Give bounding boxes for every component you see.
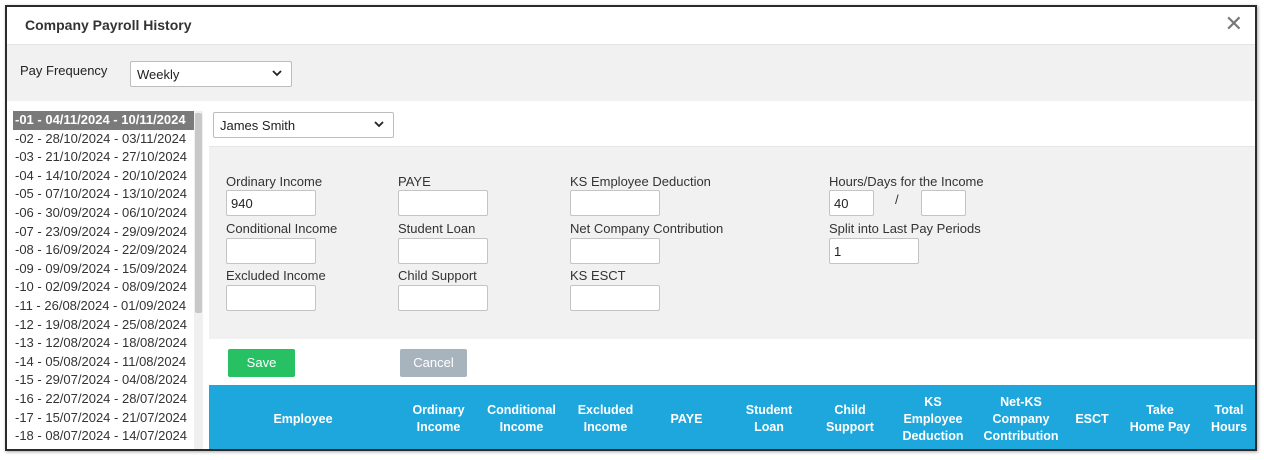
ordinary-income-label: Ordinary Income [226, 174, 323, 189]
period-item[interactable]: -02 - 28/10/2024 - 03/11/2024 [13, 130, 194, 149]
table-header-student-loan[interactable]: Student Loan [733, 385, 805, 449]
close-icon[interactable]: ✕ [1225, 13, 1243, 35]
student-loan-label: Student Loan [398, 221, 476, 236]
table-header-label: PAYE [670, 411, 703, 426]
chevron-down-icon [271, 66, 283, 80]
period-item[interactable]: -17 - 15/07/2024 - 21/07/2024 [13, 409, 194, 428]
conditional-income-input[interactable] [226, 238, 316, 264]
net-company-contribution-label: Net Company Contribution [570, 221, 724, 236]
period-item[interactable]: -08 - 16/09/2024 - 22/09/2024 [13, 241, 194, 260]
conditional-income-label: Conditional Income [226, 221, 338, 236]
hours-days-label: Hours/Days for the Income [829, 174, 984, 189]
employee-value: James Smith [220, 118, 296, 133]
days-input[interactable] [921, 190, 966, 216]
period-item[interactable]: -13 - 12/08/2024 - 18/08/2024 [13, 334, 194, 353]
table-header-label: Excluded Income [577, 403, 634, 434]
net-company-contribution-input[interactable] [570, 238, 660, 264]
pay-frequency-label: Pay Frequency [20, 63, 108, 78]
table-header-child-support[interactable]: Child Support [815, 385, 885, 449]
table-header-label: Take Home Pay [1129, 403, 1191, 434]
table-header-label: Ordinary Income [412, 403, 465, 434]
hours-separator: / [895, 192, 899, 207]
student-loan-input[interactable] [398, 238, 488, 264]
table-header-esct[interactable]: ESCT [1067, 385, 1117, 449]
ks-esct-label: KS ESCT [570, 268, 626, 283]
payroll-form: Ordinary Income Conditional Income Exclu… [209, 147, 1255, 339]
cancel-button[interactable]: Cancel [400, 349, 467, 377]
table-header-net-ks-company-contribution[interactable]: Net-KS Company Contribution [979, 385, 1063, 449]
title-bar: Company Payroll History ✕ [7, 7, 1255, 45]
employee-select[interactable]: James Smith [213, 112, 394, 138]
ks-employee-deduction-label: KS Employee Deduction [570, 174, 711, 189]
period-item[interactable]: -07 - 23/09/2024 - 29/09/2024 [13, 223, 194, 242]
hours-input[interactable] [829, 190, 874, 216]
period-item[interactable]: -01 - 04/11/2024 - 10/11/2024 [13, 111, 194, 130]
table-header-label: Employee [273, 411, 333, 426]
pay-frequency-select[interactable]: Weekly [130, 61, 292, 87]
table-header-conditional-income[interactable]: Conditional Income [486, 385, 557, 449]
period-item[interactable]: -10 - 02/09/2024 - 08/09/2024 [13, 278, 194, 297]
ordinary-income-input[interactable] [226, 190, 316, 216]
scrollbar-thumb[interactable] [195, 113, 202, 313]
pay-frequency-value: Weekly [137, 67, 180, 82]
period-item[interactable]: -15 - 29/07/2024 - 04/08/2024 [13, 371, 194, 390]
save-button[interactable]: Save [228, 349, 295, 377]
period-item[interactable]: -18 - 08/07/2024 - 14/07/2024 [13, 427, 194, 446]
payroll-history-dialog: Company Payroll History ✕ Pay Frequency … [5, 5, 1257, 451]
table-header-label: Student Loan [745, 403, 793, 434]
period-item[interactable]: -14 - 05/08/2024 - 11/08/2024 [13, 353, 194, 372]
period-item[interactable]: -09 - 09/09/2024 - 15/09/2024 [13, 260, 194, 279]
split-periods-input[interactable] [829, 238, 919, 264]
table-header-label: Conditional Income [487, 403, 556, 434]
period-item[interactable]: -05 - 07/10/2024 - 13/10/2024 [13, 185, 194, 204]
action-buttons: Save Cancel [209, 339, 1255, 387]
dialog-title: Company Payroll History [25, 17, 192, 33]
period-item[interactable]: -11 - 26/08/2024 - 01/09/2024 [13, 297, 194, 316]
table-header-label: Net-KS Company Contribution [983, 394, 1059, 443]
period-item[interactable]: -04 - 14/10/2024 - 20/10/2024 [13, 167, 194, 186]
table-header-total-hours[interactable]: Total Hours [1204, 385, 1254, 449]
table-header-take-home-pay[interactable]: Take Home Pay [1124, 385, 1196, 449]
period-list[interactable]: -01 - 04/11/2024 - 10/11/2024 -02 - 28/10… [13, 111, 194, 449]
period-item[interactable]: -12 - 19/08/2024 - 25/08/2024 [13, 316, 194, 335]
child-support-input[interactable] [398, 285, 488, 311]
table-header-ks-employee-deduction[interactable]: KS Employee Deduction [894, 385, 972, 449]
excluded-income-input[interactable] [226, 285, 316, 311]
period-list-scrollbar[interactable] [194, 111, 203, 449]
child-support-label: Child Support [398, 268, 477, 283]
period-item[interactable]: -16 - 22/07/2024 - 28/07/2024 [13, 390, 194, 409]
table-header-label: Total Hours [1210, 403, 1248, 434]
table-header-label: Child Support [826, 403, 874, 434]
payroll-table-header: Employee Ordinary Income Conditional Incom… [209, 385, 1255, 449]
table-header-label: KS Employee Deduction [902, 394, 964, 443]
ks-esct-input[interactable] [570, 285, 660, 311]
table-header-ordinary-income[interactable]: Ordinary Income [403, 385, 474, 449]
period-item[interactable]: -03 - 21/10/2024 - 27/10/2024 [13, 148, 194, 167]
employee-row: James Smith [209, 103, 1255, 147]
chevron-down-icon [373, 117, 385, 131]
excluded-income-label: Excluded Income [226, 268, 326, 283]
split-periods-label: Split into Last Pay Periods [829, 221, 981, 236]
table-header-paye[interactable]: PAYE [656, 385, 717, 449]
period-item[interactable]: -06 - 30/09/2024 - 06/10/2024 [13, 204, 194, 223]
ks-employee-deduction-input[interactable] [570, 190, 660, 216]
paye-input[interactable] [398, 190, 488, 216]
frequency-bar: Pay Frequency Weekly [7, 45, 1255, 101]
table-header-excluded-income[interactable]: Excluded Income [570, 385, 641, 449]
table-header-label: ESCT [1075, 411, 1109, 426]
table-header-employee[interactable]: Employee [209, 385, 397, 449]
paye-label: PAYE [398, 174, 431, 189]
